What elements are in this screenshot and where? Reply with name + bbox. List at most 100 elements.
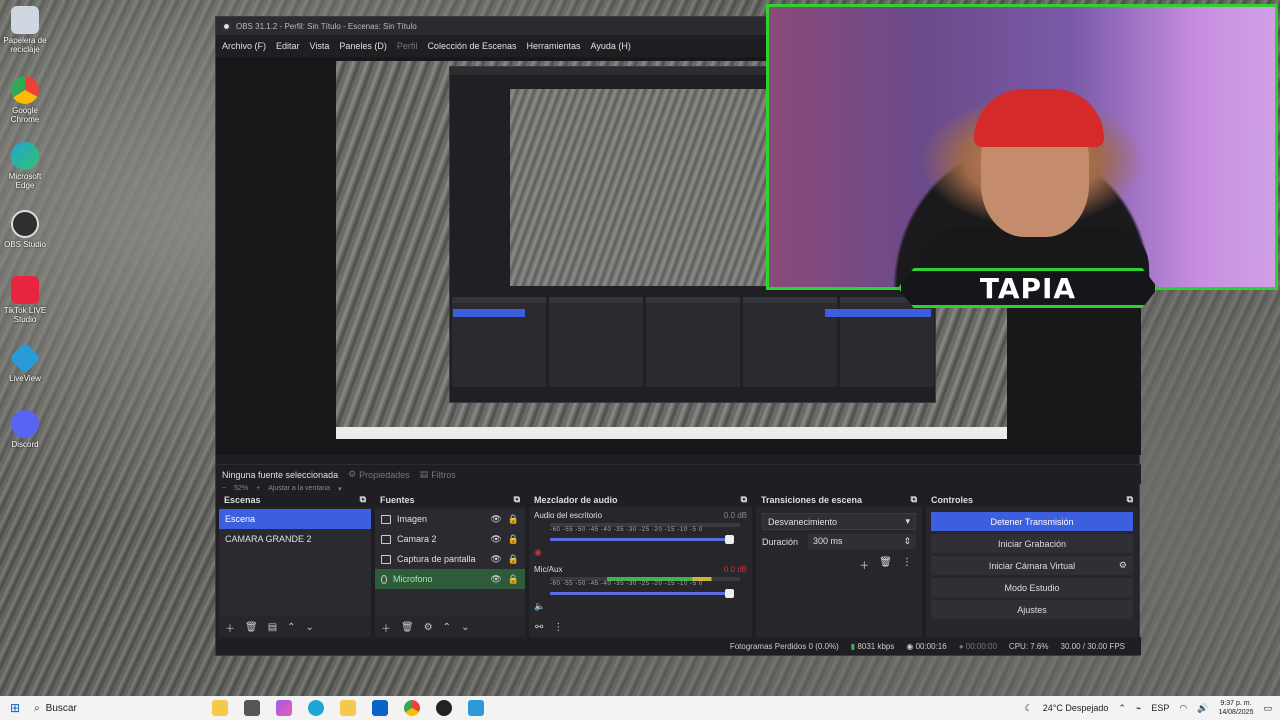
more-options-icon[interactable]: ⋮ (902, 557, 912, 572)
windows-taskbar: ⊞ ⌕ Buscar ☾ 24°C Despejado ⌃ ⌁ ESP ◠ 🔊 9… (0, 696, 1280, 720)
speaker-icon[interactable]: 🔈 (534, 601, 545, 612)
stop-stream-button[interactable]: Detener Transmisión (931, 512, 1133, 531)
widgets-icon[interactable] (212, 700, 229, 716)
chevron-up-icon[interactable]: ⌃ (1118, 703, 1126, 714)
copilot-icon[interactable] (276, 700, 293, 716)
properties-button[interactable]: ⚙ Propiedades (348, 469, 410, 480)
chrome-icon[interactable] (404, 700, 421, 716)
desktop-icon-label: Papelera de reciclaje (3, 36, 47, 54)
menu-help[interactable]: Ayuda (H) (591, 41, 631, 51)
chevron-down-icon: ▾ (905, 516, 910, 526)
desktop-icon-obs[interactable]: OBS Studio (2, 210, 48, 249)
desktop-icon-chrome[interactable]: Google Chrome (2, 76, 48, 124)
weather-text[interactable]: 24°C Despejado (1043, 703, 1109, 713)
menu-profile[interactable]: Perfil (397, 41, 418, 51)
muted-speaker-icon[interactable]: ◉ (534, 547, 542, 558)
trash-icon[interactable]: 🗑 (879, 557, 892, 572)
task-view-icon[interactable] (244, 700, 261, 716)
eye-icon[interactable]: 👁 (490, 554, 501, 565)
add-scene-button[interactable]: ＋ (225, 620, 235, 635)
system-tray: ☾ 24°C Despejado ⌃ ⌁ ESP ◠ 🔊 9:37 p. m. 1… (1025, 699, 1280, 717)
dock-menu-icon[interactable]: ⧉ (360, 494, 366, 505)
scenes-title: Escenas (224, 494, 261, 505)
mixer-track-desktop: Audio del escritorio 0.0 dB -60 -55 -50 -… (529, 511, 752, 563)
menu-docks[interactable]: Paneles (D) (339, 41, 387, 51)
virtual-camera-button[interactable]: Iniciar Cámara Virtual ⚙ (931, 556, 1133, 575)
more-options-icon[interactable]: ⋮ (553, 622, 563, 633)
gear-icon[interactable]: ⚙ (424, 622, 433, 633)
lock-icon[interactable]: 🔒 (508, 514, 519, 525)
scene-item[interactable]: CAMARA GRANDE 2 (219, 529, 371, 549)
menu-edit[interactable]: Editar (276, 41, 300, 51)
filters-label: Filtros (431, 469, 456, 480)
trash-icon[interactable]: 🗑 (245, 622, 258, 633)
move-down-button[interactable]: ⌄ (461, 622, 469, 633)
duration-spinbox[interactable]: 300 ms ⇕ (808, 534, 916, 549)
eye-icon[interactable]: 👁 (490, 514, 501, 525)
eye-icon[interactable]: 👁 (490, 574, 501, 585)
track-db: 0.0 dB (723, 565, 747, 574)
source-item[interactable]: Camara 2 👁 🔒 (375, 529, 525, 549)
notification-icon[interactable]: ▭ (1263, 703, 1272, 714)
transition-select[interactable]: Desvanecimiento ▾ (762, 513, 916, 530)
bitrate-value: 8031 kbps (857, 641, 895, 651)
volume-slider[interactable] (550, 589, 734, 598)
desktop-icon-discord[interactable]: Discord (2, 410, 48, 449)
scene-item-label: Escena (225, 514, 256, 524)
windows-start-icon[interactable]: ⊞ (10, 701, 20, 715)
duration-label: Duración (762, 536, 799, 547)
menu-scene-collection[interactable]: Colección de Escenas (427, 41, 516, 51)
transitions-dock: Transiciones de escena ⧉ Desvanecimiento ▾… (756, 492, 922, 637)
virtual-camera-label: Iniciar Cámara Virtual (988, 560, 1076, 571)
desktop-icon-liveview[interactable]: LiveView (2, 342, 48, 383)
desktop-icon-tiktok[interactable]: TikTok LIVE Studio (2, 276, 48, 324)
taskbar-search[interactable]: ⌕ Buscar (34, 703, 204, 714)
dock-menu-icon[interactable]: ⧉ (1127, 494, 1133, 505)
obs-icon[interactable] (436, 700, 453, 716)
lock-icon[interactable]: 🔒 (508, 534, 519, 545)
source-item[interactable]: Imagen 👁 🔒 (375, 509, 525, 529)
add-source-button[interactable]: ＋ (381, 620, 391, 635)
liveview-icon[interactable] (468, 700, 485, 716)
volume-slider[interactable] (550, 535, 734, 544)
desktop-icon-label: Microsoft Edge (8, 172, 42, 190)
menu-tools[interactable]: Herramientas (527, 41, 581, 51)
studio-mode-label: Modo Estudio (1004, 582, 1060, 593)
outlook-icon[interactable] (372, 700, 389, 716)
trash-icon[interactable]: 🗑 (401, 622, 414, 633)
stream-time: ◉ 00:00:16 (906, 642, 946, 651)
eye-icon[interactable]: 👁 (490, 534, 501, 545)
duration-row: Duración 300 ms ⇕ (756, 534, 922, 549)
lock-icon[interactable]: 🔒 (508, 574, 519, 585)
wifi-icon[interactable]: ◠ (1179, 703, 1187, 714)
link-icon[interactable]: ⚯ (535, 622, 543, 633)
start-recording-button[interactable]: Iniciar Grabación (931, 534, 1133, 553)
move-down-button[interactable]: ⌄ (306, 622, 314, 633)
add-transition-button[interactable]: ＋ (859, 557, 869, 572)
settings-button[interactable]: Ajustes (931, 600, 1133, 619)
desktop-icon-recycle-bin[interactable]: Papelera de reciclaje (2, 6, 48, 54)
volume-icon[interactable]: 🔊 (1197, 703, 1208, 714)
clock[interactable]: 9:37 p. m. 14/08/2025 (1218, 699, 1253, 717)
sources-dock: Fuentes ⧉ Imagen 👁 🔒 Camara 2 👁 🔒 Captura de … (375, 492, 525, 637)
gear-icon[interactable]: ⚙ (1119, 560, 1127, 571)
usb-icon[interactable]: ⌁ (1136, 703, 1141, 714)
move-up-button[interactable]: ⌃ (443, 622, 451, 633)
dock-menu-icon[interactable]: ⧉ (514, 494, 520, 505)
menu-file[interactable]: Archivo (F) (222, 41, 266, 51)
desktop-icon-edge[interactable]: Microsoft Edge (2, 142, 48, 190)
menu-view[interactable]: Vista (310, 41, 330, 51)
edge-icon[interactable] (308, 700, 325, 716)
language-indicator[interactable]: ESP (1151, 703, 1169, 713)
source-item[interactable]: Captura de pantalla 👁 🔒 (375, 549, 525, 569)
source-item[interactable]: Microfono 👁 🔒 (375, 569, 525, 589)
dock-menu-icon[interactable]: ⧉ (741, 494, 747, 505)
file-explorer-icon[interactable] (340, 700, 357, 716)
dock-menu-icon[interactable]: ⧉ (911, 494, 917, 505)
move-up-button[interactable]: ⌃ (287, 622, 295, 633)
lock-icon[interactable]: 🔒 (508, 554, 519, 565)
studio-mode-button[interactable]: Modo Estudio (931, 578, 1133, 597)
filters-button[interactable]: ▤ Filtros (420, 469, 456, 480)
scene-item[interactable]: Escena (219, 509, 371, 529)
filter-icon[interactable]: ▤ (268, 622, 277, 633)
